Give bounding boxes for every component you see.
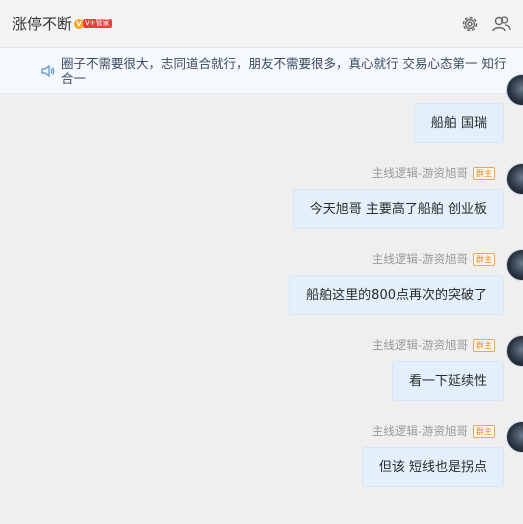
- owner-badge: 群主: [473, 252, 495, 266]
- message-bubble[interactable]: 今天旭哥 主要高了船舶 创业板: [292, 189, 504, 229]
- header-actions: [460, 14, 511, 34]
- message-bubble[interactable]: 船舶这里的800点再次的突破了: [289, 275, 504, 315]
- sender-name[interactable]: 主线逻辑-游资旭哥: [372, 251, 468, 267]
- sender-name[interactable]: 主线逻辑-游资旭哥: [372, 165, 468, 181]
- verified-badge: V V+管家: [74, 18, 112, 29]
- chat-header: 涨停不断 V V+管家: [0, 0, 523, 48]
- announcement-text: 圈子不需要很大，志同道合就行，朋友不需要很多，真心就行 交易心态第一 知行合一: [61, 56, 507, 86]
- message-feed[interactable]: 船舶 国瑞 主线逻辑-游资旭哥 群主 今天旭哥 主要高了船舶 创业板 主线逻辑-…: [0, 74, 523, 524]
- title-area: 涨停不断 V V+管家: [12, 13, 112, 34]
- sender-avatar[interactable]: [506, 249, 523, 281]
- group-title: 涨停不断: [12, 15, 73, 33]
- members-icon[interactable]: [491, 14, 511, 34]
- sender-avatar[interactable]: [506, 421, 523, 453]
- settings-icon[interactable]: [460, 14, 480, 34]
- message-bubble[interactable]: 船舶 国瑞: [413, 103, 504, 143]
- sender-name[interactable]: 主线逻辑-游资旭哥: [372, 337, 468, 353]
- sender-row: 主线逻辑-游资旭哥 群主: [372, 337, 495, 353]
- sender-avatar[interactable]: [506, 163, 523, 195]
- owner-badge: 群主: [473, 338, 495, 352]
- announcement-bar[interactable]: 圈子不需要很大，志同道合就行，朋友不需要很多，真心就行 交易心态第一 知行合一: [0, 48, 523, 94]
- owner-badge: 群主: [473, 424, 495, 438]
- speaker-icon: [41, 64, 55, 78]
- sender-name[interactable]: 主线逻辑-游资旭哥: [372, 423, 468, 439]
- verified-label: V+管家: [83, 19, 112, 28]
- sender-row: 主线逻辑-游资旭哥 群主: [372, 165, 495, 181]
- sender-row: 主线逻辑-游资旭哥 群主: [372, 251, 495, 267]
- message-bubble[interactable]: 看一下延续性: [391, 361, 504, 401]
- sender-row: 主线逻辑-游资旭哥 群主: [372, 423, 495, 439]
- owner-badge: 群主: [473, 166, 495, 180]
- sender-avatar[interactable]: [506, 335, 523, 367]
- message-bubble[interactable]: 但该 短线也是拐点: [361, 447, 504, 487]
